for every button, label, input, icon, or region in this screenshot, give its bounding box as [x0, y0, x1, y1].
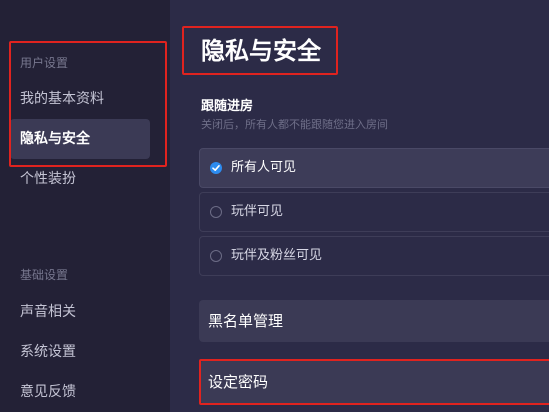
option-label: 玩伴可见	[231, 204, 284, 219]
set-password-label: 设定密码	[208, 373, 269, 391]
follow-option-playmates-fans[interactable]: 玩伴及粉丝可见	[199, 236, 549, 276]
sidebar-group-title-user: 用户设置	[20, 56, 69, 70]
radio-checked-icon[interactable]	[210, 162, 222, 174]
settings-sidebar: 用户设置 我的基本资料 隐私与安全 个性装扮 基础设置 声音相关 系统设置 意见…	[0, 0, 170, 412]
sidebar-item-label: 个性装扮	[20, 171, 76, 187]
sidebar-item-label: 声音相关	[20, 304, 76, 320]
sidebar-item-personal-decoration[interactable]: 个性装扮	[10, 159, 150, 199]
sidebar-item-label: 系统设置	[20, 344, 76, 360]
set-password-button[interactable]: 设定密码	[199, 361, 549, 403]
follow-section-title: 跟随进房	[201, 99, 254, 114]
sidebar-item-sound[interactable]: 声音相关	[10, 292, 150, 332]
sidebar-item-label: 隐私与安全	[20, 131, 90, 147]
follow-option-everyone[interactable]: 所有人可见	[199, 148, 549, 188]
blacklist-management-label: 黑名单管理	[208, 312, 284, 330]
sidebar-item-basic-profile[interactable]: 我的基本资料	[10, 79, 150, 119]
follow-option-playmates[interactable]: 玩伴可见	[199, 192, 549, 232]
option-label: 所有人可见	[231, 160, 297, 175]
page-title: 隐私与安全	[201, 37, 321, 65]
radio-unchecked-icon[interactable]	[210, 206, 222, 218]
sidebar-item-feedback[interactable]: 意见反馈	[10, 372, 150, 412]
follow-section-description: 关闭后，所有人都不能跟随您进入房间	[201, 118, 388, 131]
sidebar-item-label: 意见反馈	[20, 384, 76, 400]
sidebar-item-label: 我的基本资料	[20, 91, 104, 107]
option-label: 玩伴及粉丝可见	[231, 248, 323, 263]
settings-window: 用户设置 我的基本资料 隐私与安全 个性装扮 基础设置 声音相关 系统设置 意见…	[0, 0, 549, 412]
blacklist-management-button[interactable]: 黑名单管理	[199, 300, 549, 342]
sidebar-item-privacy-security[interactable]: 隐私与安全	[10, 119, 150, 159]
radio-unchecked-icon[interactable]	[210, 250, 222, 262]
sidebar-item-system-settings[interactable]: 系统设置	[10, 332, 150, 372]
sidebar-group-title-basic: 基础设置	[20, 268, 69, 282]
